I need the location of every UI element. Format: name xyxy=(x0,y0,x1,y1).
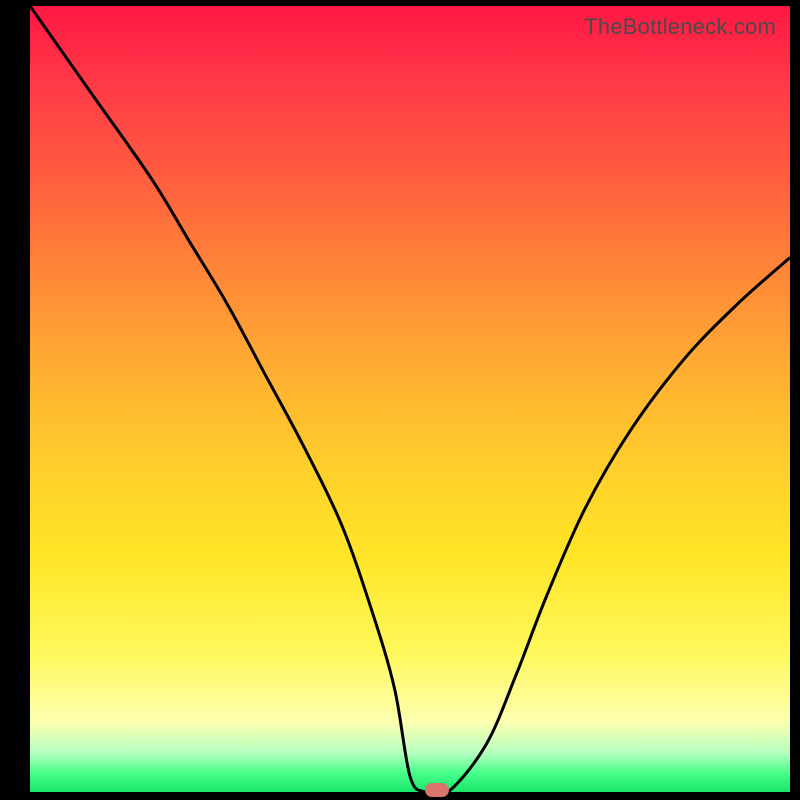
bottleneck-curve xyxy=(30,6,790,792)
chart-gradient-area: TheBottleneck.com xyxy=(30,6,790,792)
optimum-marker xyxy=(425,783,449,797)
chart-container: TheBottleneck.com xyxy=(0,0,800,800)
curve-path xyxy=(30,6,790,796)
